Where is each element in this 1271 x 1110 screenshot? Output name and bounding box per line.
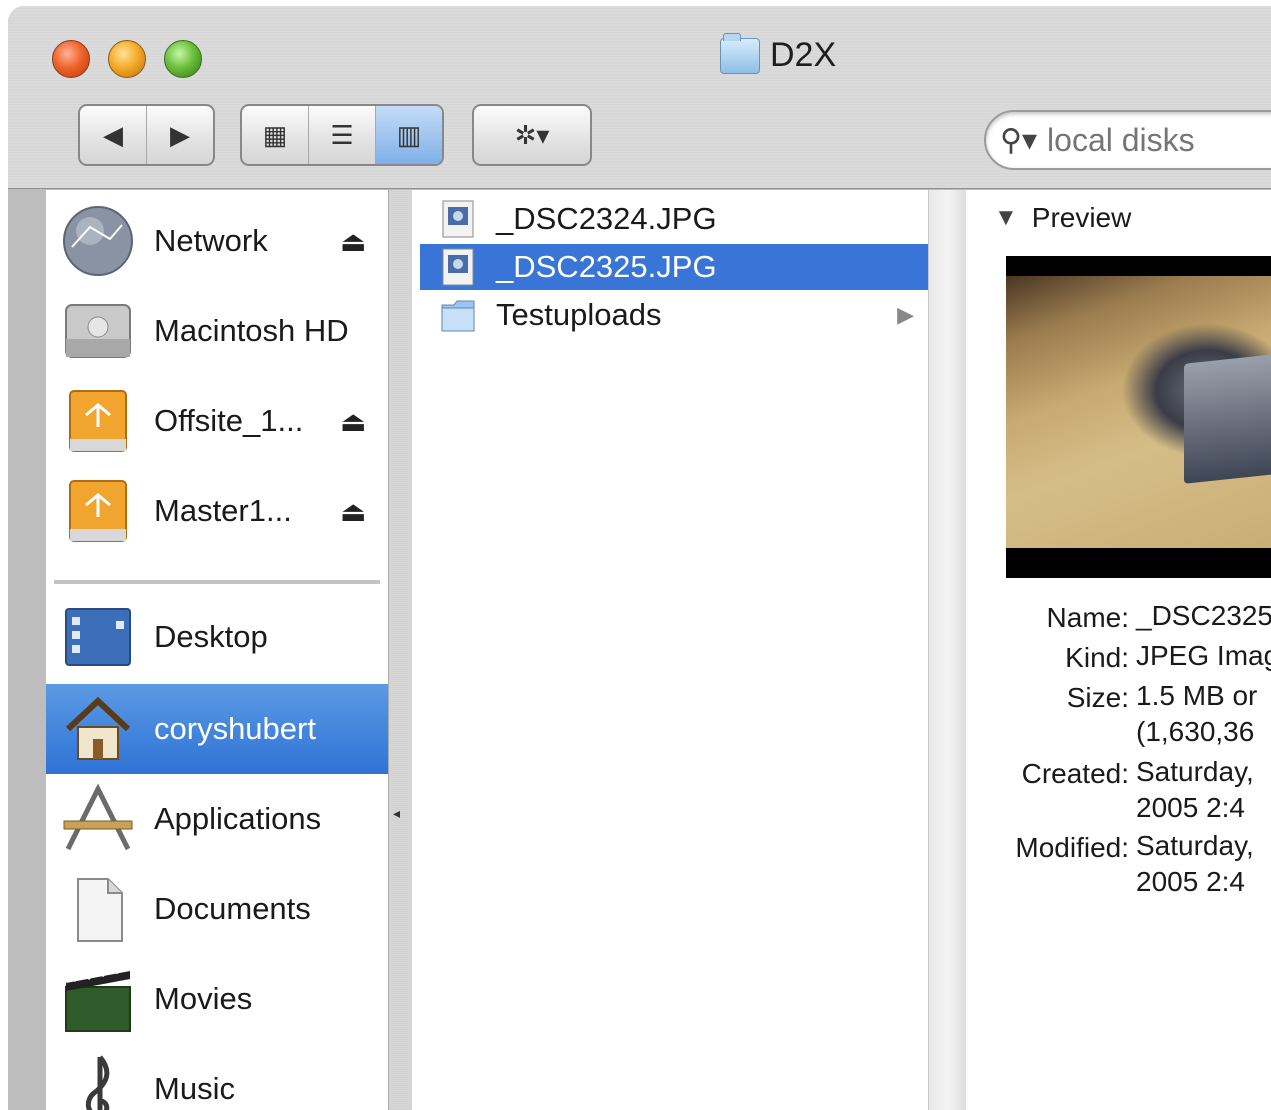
sidebar-item-desktop[interactable]: Desktop: [46, 592, 388, 682]
preview-header[interactable]: ▼ Preview: [994, 202, 1131, 234]
info-key: Kind:: [1065, 642, 1129, 673]
folder-icon: [441, 300, 475, 332]
search-input[interactable]: [1045, 120, 1270, 160]
forward-button[interactable]: ▶: [147, 106, 213, 164]
info-value: JPEG Imag: [1136, 640, 1271, 671]
folder-icon: [720, 32, 760, 74]
info-key: Size:: [1066, 682, 1129, 713]
jpeg-file-icon: [442, 200, 474, 238]
sidebar: Network ⏏ Macintosh HD Offsite_1... ⏏ Ma…: [46, 190, 388, 1110]
firewire-drive-icon: [69, 480, 127, 542]
info-key: Modified:: [1015, 832, 1129, 863]
column-view-button[interactable]: ▥: [376, 106, 442, 164]
sidebar-item-macintosh-hd[interactable]: Macintosh HD: [46, 286, 388, 376]
eject-icon[interactable]: ⏏: [340, 405, 366, 438]
home-icon: [65, 696, 131, 760]
preview-image: [1006, 256, 1271, 578]
sidebar-item-documents[interactable]: Documents: [46, 864, 388, 954]
sidebar-item-label: Documents: [154, 891, 311, 926]
network-globe-icon: [63, 206, 133, 276]
file-column: _DSC2324.JPG _DSC2325.JPG Testuploads ▶: [412, 190, 928, 1110]
sidebar-item-label: Offsite_1...: [154, 403, 304, 438]
action-menu-button[interactable]: ✲▾: [474, 106, 590, 164]
info-value: Saturday,: [1136, 830, 1254, 861]
disclosure-arrow-icon: ▶: [897, 302, 914, 327]
column-divider[interactable]: [928, 190, 968, 1110]
sidebar-item-network[interactable]: Network ⏏: [46, 196, 388, 286]
sidebar-item-label: coryshubert: [154, 711, 316, 746]
desktop-icon: [65, 608, 131, 666]
movies-icon: [65, 967, 131, 1032]
file-row-testuploads[interactable]: Testuploads ▶: [420, 292, 928, 338]
sidebar-item-label: Movies: [154, 981, 253, 1016]
info-value: _DSC2325: [1136, 600, 1271, 631]
navigation-buttons: ◀ ▶: [78, 104, 215, 166]
search-field[interactable]: ⚲▾: [984, 110, 1271, 170]
photo-subject: [1184, 352, 1271, 484]
sidebar-item-label: Network: [154, 223, 268, 258]
file-name: _DSC2325.JPG: [496, 249, 717, 284]
close-button[interactable]: [52, 40, 90, 78]
file-row-dsc2324[interactable]: _DSC2324.JPG: [420, 196, 928, 242]
sidebar-item-label: Desktop: [154, 619, 268, 654]
sidebar-item-label: Master1...: [154, 493, 292, 528]
preview-title: Preview: [1031, 202, 1132, 233]
preview-pane: ▼ Preview Name: _DSC2325 Kind: JPEG Imag…: [966, 190, 1271, 1110]
sidebar-divider: [54, 580, 380, 584]
sidebar-resize-handle[interactable]: ◂: [388, 190, 413, 1110]
file-name: _DSC2324.JPG: [496, 201, 717, 236]
zoom-button[interactable]: [164, 40, 202, 78]
sidebar-item-movies[interactable]: Movies: [46, 954, 388, 1044]
file-name: Testuploads: [496, 297, 662, 332]
sidebar-item-coryshubert[interactable]: coryshubert: [46, 684, 388, 774]
titlebar: D2X ◀ ▶ ▦ ☰ ▥ ✲▾ ⚲▾: [8, 6, 1271, 189]
info-key: Created:: [1021, 758, 1129, 789]
info-value: 1.5 MB or: [1136, 680, 1258, 711]
hard-drive-icon: [65, 304, 131, 358]
eject-icon[interactable]: ⏏: [340, 225, 366, 258]
window-title-text: D2X: [770, 36, 837, 74]
action-menu-group: ✲▾: [472, 104, 592, 166]
info-value: (1,630,36: [1136, 716, 1255, 747]
jpeg-file-icon: [442, 248, 474, 286]
list-view-button[interactable]: ☰: [309, 106, 376, 164]
photo-thumbnail: [1006, 276, 1271, 548]
info-key: Name:: [1046, 602, 1129, 633]
file-row-dsc2325[interactable]: _DSC2325.JPG: [420, 244, 928, 290]
music-icon: [85, 1055, 110, 1110]
info-value: 2005 2:4: [1136, 866, 1245, 897]
window-title: D2X: [720, 32, 837, 75]
search-icon[interactable]: ⚲▾: [1000, 123, 1037, 158]
sidebar-item-master[interactable]: Master1... ⏏: [46, 466, 388, 556]
sidebar-item-label: Music: [154, 1071, 235, 1106]
sidebar-item-applications[interactable]: Applications: [46, 774, 388, 864]
view-mode-buttons: ▦ ☰ ▥: [240, 104, 444, 166]
info-value: Saturday,: [1136, 756, 1254, 787]
applications-icon: [63, 783, 133, 851]
sidebar-item-music[interactable]: Music: [46, 1044, 388, 1110]
finder-window: D2X ◀ ▶ ▦ ☰ ▥ ✲▾ ⚲▾ Network ⏏: [8, 6, 1271, 1110]
info-value: 2005 2:4: [1136, 792, 1245, 823]
sidebar-item-label: Macintosh HD: [154, 313, 349, 348]
firewire-drive-icon: [69, 390, 127, 452]
icon-view-button[interactable]: ▦: [242, 106, 309, 164]
resize-grip-icon[interactable]: ◂: [393, 805, 407, 821]
sidebar-item-label: Applications: [154, 801, 322, 836]
disclosure-triangle-icon[interactable]: ▼: [994, 204, 1018, 232]
minimize-button[interactable]: [108, 40, 146, 78]
eject-icon[interactable]: ⏏: [340, 495, 366, 528]
sidebar-item-offsite[interactable]: Offsite_1... ⏏: [46, 376, 388, 466]
documents-icon: [77, 878, 123, 942]
back-button[interactable]: ◀: [80, 106, 147, 164]
